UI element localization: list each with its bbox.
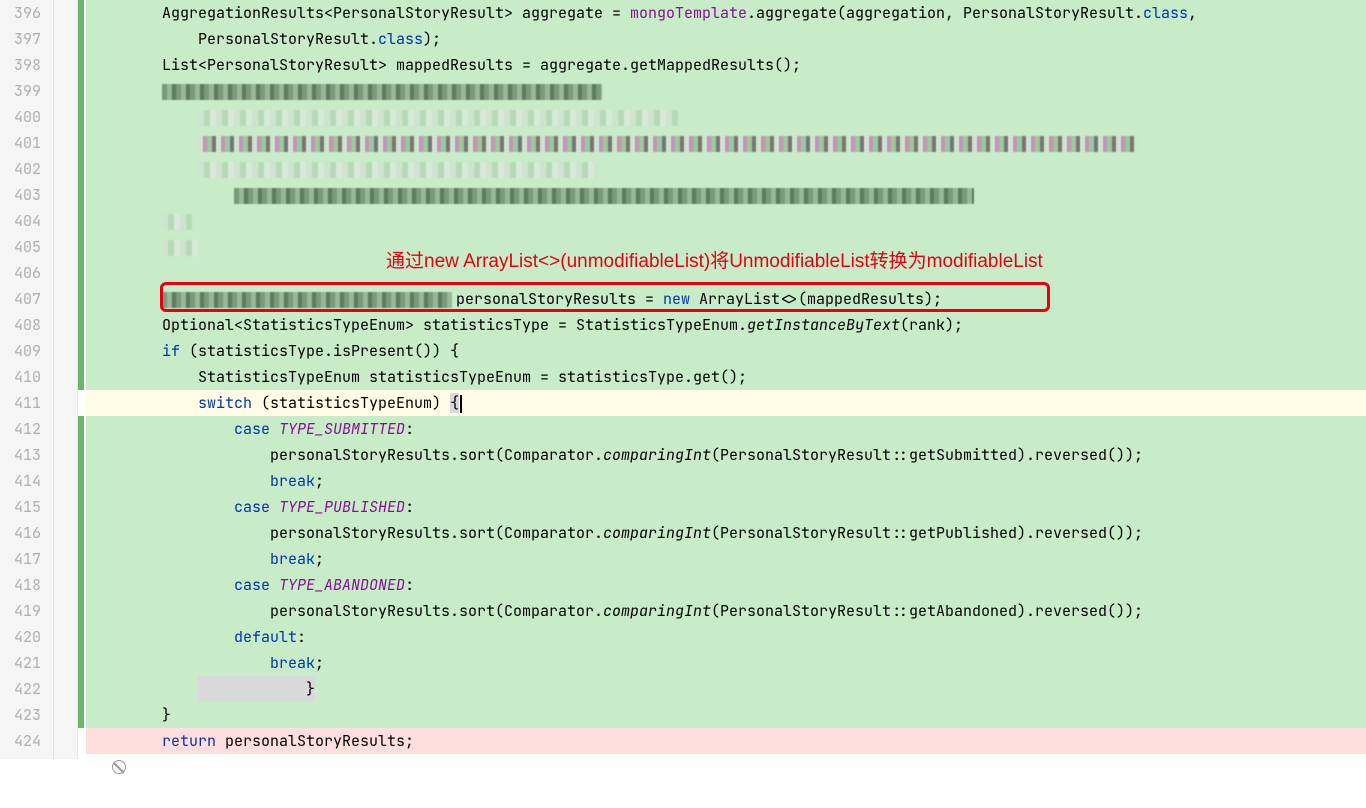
line-number: 415 bbox=[0, 494, 43, 520]
line-number: 397 bbox=[0, 26, 43, 52]
line-number: 412 bbox=[0, 416, 43, 442]
line-number: 409 bbox=[0, 338, 43, 364]
code-line[interactable]: personalStoryResults.sort(Comparator.com… bbox=[86, 520, 1366, 546]
line-number: 423 bbox=[0, 702, 43, 728]
change-marker-column bbox=[78, 0, 86, 759]
gutter-icon-column bbox=[54, 0, 78, 759]
code-line[interactable]: break; bbox=[86, 650, 1366, 676]
code-line-obscured bbox=[86, 182, 1366, 208]
line-number: 411 bbox=[0, 390, 43, 416]
code-line-obscured bbox=[86, 208, 1366, 234]
line-number: 420 bbox=[0, 624, 43, 650]
line-number: 398 bbox=[0, 52, 43, 78]
code-line[interactable]: return personalStoryResults; bbox=[86, 728, 1366, 754]
no-entry-icon bbox=[112, 760, 126, 774]
line-number: 414 bbox=[0, 468, 43, 494]
line-number: 400 bbox=[0, 104, 43, 130]
code-line-obscured bbox=[86, 104, 1366, 130]
code-line[interactable]: } bbox=[86, 702, 1366, 728]
code-line[interactable]: break; bbox=[86, 468, 1366, 494]
code-line[interactable]: AggregationResults<PersonalStoryResult> … bbox=[86, 0, 1366, 26]
vcs-added-marker bbox=[78, 416, 84, 728]
line-number: 410 bbox=[0, 364, 43, 390]
line-number: 419 bbox=[0, 598, 43, 624]
code-line[interactable]: personalStoryResults = new ArrayList<>(m… bbox=[86, 286, 1366, 312]
line-number: 408 bbox=[0, 312, 43, 338]
line-number: 406 bbox=[0, 260, 43, 286]
line-number: 399 bbox=[0, 78, 43, 104]
code-line[interactable]: List<PersonalStoryResult> mappedResults … bbox=[86, 52, 1366, 78]
line-number: 421 bbox=[0, 650, 43, 676]
code-line[interactable]: PersonalStoryResult.class); bbox=[86, 26, 1366, 52]
line-number: 422 bbox=[0, 676, 43, 702]
annotation-text: 通过new ArrayList<>(unmodifiableList)将Unmo… bbox=[386, 246, 1043, 273]
code-line[interactable]: personalStoryResults.sort(Comparator.com… bbox=[86, 442, 1366, 468]
line-number-gutter: 396 397 398 399 400 401 402 403 404 405 … bbox=[0, 0, 54, 759]
code-line-obscured bbox=[86, 156, 1366, 182]
code-line-obscured bbox=[86, 130, 1366, 156]
code-line-obscured bbox=[86, 78, 1366, 104]
code-line[interactable]: personalStoryResults.sort(Comparator.com… bbox=[86, 598, 1366, 624]
code-line[interactable]: case TYPE_SUBMITTED: bbox=[86, 416, 1366, 442]
code-line[interactable]: case TYPE_ABANDONED: bbox=[86, 572, 1366, 598]
vcs-added-marker bbox=[78, 0, 84, 390]
code-line[interactable]: default: bbox=[86, 624, 1366, 650]
code-line[interactable]: break; bbox=[86, 546, 1366, 572]
line-number: 416 bbox=[0, 520, 43, 546]
line-number: 403 bbox=[0, 182, 43, 208]
code-line[interactable]: Optional<StatisticsTypeEnum> statisticsT… bbox=[86, 312, 1366, 338]
code-line[interactable]: case TYPE_PUBLISHED: bbox=[86, 494, 1366, 520]
code-line[interactable]: if (statisticsType.isPresent()) { bbox=[86, 338, 1366, 364]
text-caret bbox=[460, 395, 462, 413]
line-number: 407 bbox=[0, 286, 43, 312]
line-number: 404 bbox=[0, 208, 43, 234]
line-number: 396 bbox=[0, 0, 43, 26]
line-number: 401 bbox=[0, 130, 43, 156]
line-number: 405 bbox=[0, 234, 43, 260]
code-line[interactable]: } bbox=[86, 676, 1366, 702]
line-number: 417 bbox=[0, 546, 43, 572]
line-number: 413 bbox=[0, 442, 43, 468]
line-number: 424 bbox=[0, 728, 43, 754]
line-number: 402 bbox=[0, 156, 43, 182]
code-line-current[interactable]: switch (statisticsTypeEnum) { bbox=[86, 390, 1366, 416]
code-content[interactable]: AggregationResults<PersonalStoryResult> … bbox=[86, 0, 1366, 759]
code-editor[interactable]: 396 397 398 399 400 401 402 403 404 405 … bbox=[0, 0, 1366, 759]
line-number: 418 bbox=[0, 572, 43, 598]
code-line[interactable]: StatisticsTypeEnum statisticsTypeEnum = … bbox=[86, 364, 1366, 390]
